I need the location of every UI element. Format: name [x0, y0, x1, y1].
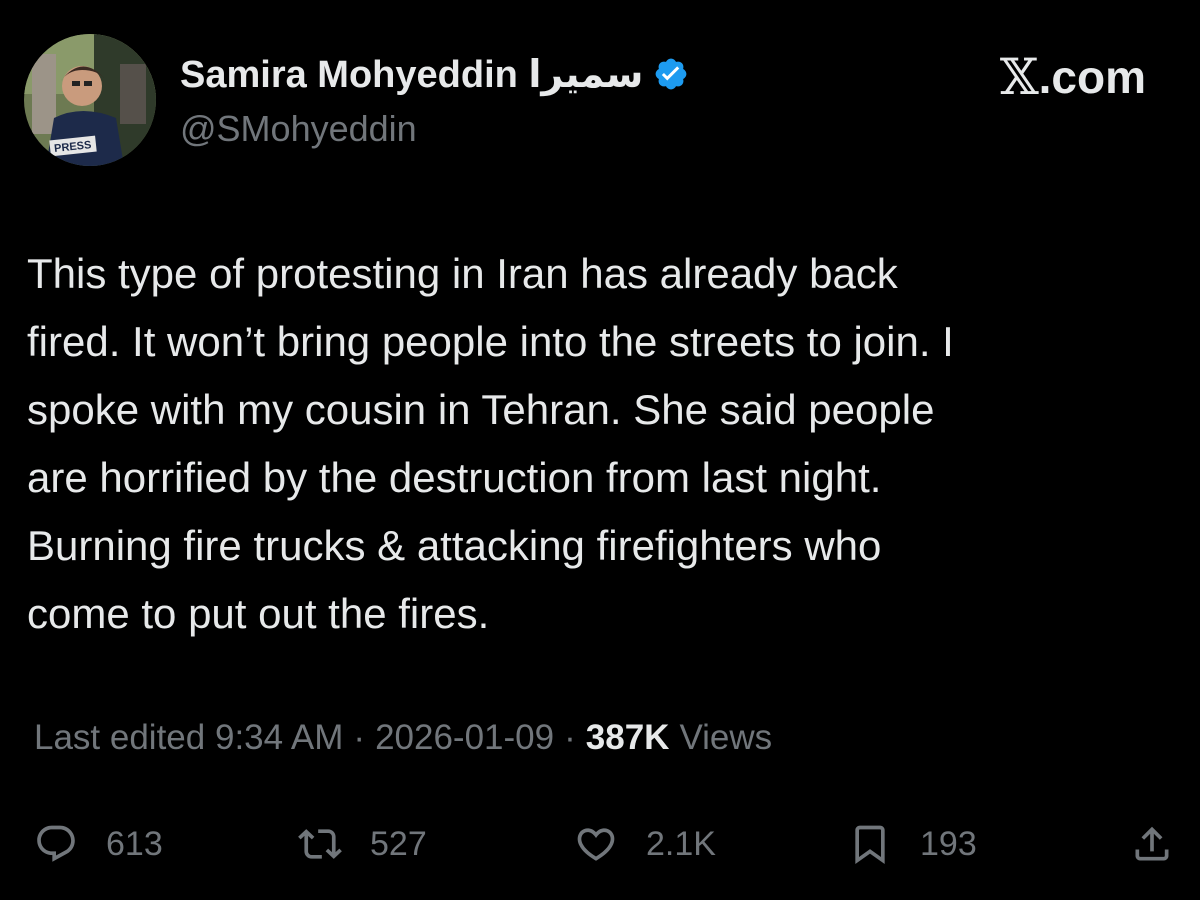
display-name[interactable]: Samira Mohyeddin سمیرا — [180, 52, 643, 97]
name-row: Samira Mohyeddin سمیرا — [180, 48, 880, 100]
tweet-time[interactable]: 9:34 AM — [215, 718, 343, 758]
tweet-header: PRESS Samira Mohyeddin سمیرا @SMohyeddin… — [24, 34, 1176, 174]
tweet-line: Burning fire trucks & attacking firefigh… — [27, 522, 882, 569]
action-bar: 613 527 2.1K 193 — [34, 812, 1174, 876]
edited-label[interactable]: Last edited — [34, 718, 205, 758]
avatar[interactable]: PRESS — [24, 34, 156, 166]
meta-separator: · — [353, 718, 366, 757]
tweet-line: This type of protesting in Iran has alre… — [27, 250, 898, 297]
reply-count: 613 — [106, 824, 163, 863]
tweet-date[interactable]: 2026-01-09 — [375, 718, 554, 758]
tweet-meta: Last edited 9:34 AM · 2026-01-09 · 387K … — [34, 718, 772, 758]
logo-text: .com — [1038, 51, 1146, 103]
meta-separator: · — [564, 718, 576, 757]
views-label: Views — [679, 718, 773, 757]
tweet-line: are horrified by the destruction from la… — [27, 454, 882, 501]
author-handle[interactable]: @SMohyeddin — [180, 108, 880, 150]
like-icon — [574, 822, 618, 866]
retweet-icon — [298, 822, 342, 866]
tweet-text: This type of protesting in Iran has alre… — [27, 240, 1177, 648]
verified-badge-icon — [653, 56, 689, 92]
avatar-image: PRESS — [24, 34, 156, 166]
x-logo-icon: 𝕏 — [999, 48, 1039, 106]
reply-icon — [34, 822, 78, 866]
views-count[interactable]: 387K — [586, 718, 670, 758]
share-button[interactable] — [1130, 812, 1174, 876]
bookmark-button[interactable]: 193 — [848, 812, 977, 876]
bookmark-count: 193 — [920, 824, 977, 863]
bookmark-icon — [848, 822, 892, 866]
tweet-line: come to put out the fires. — [27, 590, 490, 637]
retweet-button[interactable]: 527 — [298, 812, 427, 876]
like-button[interactable]: 2.1K — [574, 812, 716, 876]
tweet-line: fired. It won’t bring people into the st… — [27, 318, 954, 365]
share-icon — [1130, 822, 1174, 866]
x-com-logo: 𝕏 .com — [1000, 48, 1146, 106]
reply-button[interactable]: 613 — [34, 812, 163, 876]
like-count: 2.1K — [646, 824, 716, 863]
author-identity: Samira Mohyeddin سمیرا @SMohyeddin — [180, 48, 880, 168]
tweet-line: spoke with my cousin in Tehran. She said… — [27, 386, 935, 433]
retweet-count: 527 — [370, 824, 427, 863]
